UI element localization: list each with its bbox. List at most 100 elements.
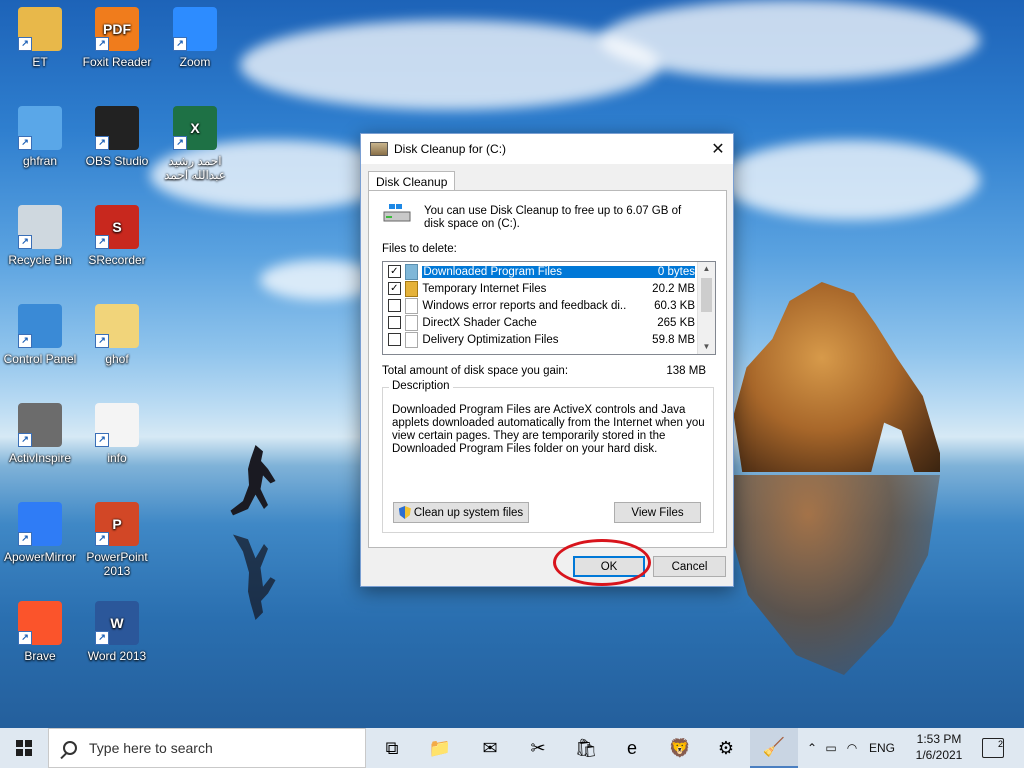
desktop-icon-text-file[interactable]: ↗ info — [77, 403, 157, 465]
clock-date: 1/6/2021 — [915, 748, 963, 762]
desktop-icon-folder[interactable]: ↗ ghof — [77, 304, 157, 366]
system-tray: ⌃ ▭ ◠ ENG — [803, 728, 895, 768]
file-size: 20.2 MB — [652, 282, 695, 295]
desktop-icon-label: SRecorder — [88, 253, 146, 267]
disk-cleanup-icon[interactable]: 🧹 — [750, 728, 798, 768]
notification-center-icon[interactable]: 2 — [982, 738, 1004, 758]
tab-disk-cleanup[interactable]: Disk Cleanup — [368, 171, 456, 192]
taskbar-search-box[interactable]: Type here to search — [48, 728, 366, 768]
dialog-title: Disk Cleanup for (C:) — [394, 142, 507, 156]
desktop-icon-label: ActivInspire — [8, 451, 72, 465]
taskbar-clock[interactable]: 1:53 PM 1/6/2021 — [908, 731, 970, 763]
show-hidden-icons-icon[interactable]: ⌃ — [803, 741, 821, 755]
obs-icon: ↗ — [95, 106, 139, 150]
checkbox[interactable] — [388, 333, 401, 346]
scroll-up-icon[interactable]: ▲ — [698, 262, 715, 276]
shortcut-arrow-icon: ↗ — [173, 37, 187, 51]
file-icon — [404, 297, 419, 314]
dialog-titlebar[interactable]: Disk Cleanup for (C:) ✕ — [361, 134, 733, 164]
file-name: Delivery Optimization Files — [422, 333, 559, 346]
windows-logo-icon — [16, 740, 32, 756]
file-explorer-icon[interactable]: 📁 — [416, 728, 464, 768]
list-scrollbar[interactable]: ▲ ▼ — [697, 262, 715, 354]
network-icon[interactable]: ▭ — [821, 741, 841, 755]
desktop-icon-activinspire[interactable]: ↗ ActivInspire — [0, 403, 80, 465]
description-legend: Description — [389, 380, 453, 392]
wifi-icon[interactable]: ◠ — [841, 741, 863, 755]
search-placeholder: Type here to search — [89, 740, 213, 756]
scroll-thumb[interactable] — [701, 278, 712, 312]
srecorder-icon: S ↗ — [95, 205, 139, 249]
desktop-icon-srecorder[interactable]: S ↗ SRecorder — [77, 205, 157, 267]
edge-icon[interactable]: e — [608, 728, 656, 768]
desktop-icon-video-camera[interactable]: ↗ Zoom — [155, 7, 235, 69]
desktop-icon-label: info — [107, 451, 127, 465]
settings-icon[interactable]: ⚙ — [702, 728, 750, 768]
desktop-icon-excel-file[interactable]: X ↗ احمد رشيد عبدالله احمد — [155, 106, 235, 182]
desktop-icon-brave-lion[interactable]: ↗ Brave — [0, 601, 80, 663]
desktop-icon-pdf[interactable]: PDF ↗ Foxit Reader — [77, 7, 157, 69]
start-button[interactable] — [0, 728, 48, 768]
runner-silhouette — [230, 445, 276, 516]
activinspire-icon: ↗ — [18, 403, 62, 447]
powerpoint-icon: P ↗ — [95, 502, 139, 546]
desktop-icon-label: احمد رشيد عبدالله احمد — [164, 154, 226, 182]
folder-icon — [404, 263, 419, 280]
file-row-downloaded-program-files[interactable]: ✓ Downloaded Program Files 0 bytes — [383, 263, 695, 280]
desktop-icon-label: Foxit Reader — [82, 55, 152, 69]
cancel-button[interactable]: Cancel — [653, 556, 726, 577]
close-button[interactable]: ✕ — [703, 134, 733, 164]
checkbox[interactable]: ✓ — [388, 282, 401, 295]
files-to-delete-label: Files to delete: — [382, 243, 457, 255]
desktop-icon-label: ET — [32, 55, 48, 69]
red-annotation-circle — [553, 539, 651, 586]
excel-file-icon: X ↗ — [173, 106, 217, 150]
video-camera-icon: ↗ — [173, 7, 217, 51]
shortcut-arrow-icon: ↗ — [95, 433, 109, 447]
store-icon[interactable]: 🛍 — [562, 728, 610, 768]
control-panel-icon: ↗ — [18, 304, 62, 348]
desktop-icon-word[interactable]: W ↗ Word 2013 — [77, 601, 157, 663]
desktop-icon-label: ghof — [105, 352, 129, 366]
description-text: Downloaded Program Files are ActiveX con… — [392, 404, 705, 455]
file-row-directx-shader-cache[interactable]: DirectX Shader Cache 265 KB — [383, 314, 695, 331]
snipping-icon[interactable]: ✂ — [514, 728, 562, 768]
total-gain-label: Total amount of disk space you gain: — [382, 365, 569, 377]
desktop-icon-label: Brave — [24, 649, 56, 663]
disk-cleanup-dialog: Disk Cleanup for (C:) ✕ Disk Cleanup You… — [360, 133, 734, 587]
task-view-icon[interactable]: ⧉ — [368, 728, 416, 768]
shortcut-arrow-icon: ↗ — [18, 631, 32, 645]
lock-icon — [404, 280, 419, 297]
desktop-icon-apowermirror[interactable]: ↗ ApowerMirror — [0, 502, 80, 564]
file-size: 59.8 MB — [652, 333, 695, 346]
desktop-icon-control-panel[interactable]: ↗ Control Panel — [0, 304, 80, 366]
desktop-icon-powerpoint[interactable]: P ↗ PowerPoint 2013 — [77, 502, 157, 578]
total-gain-value: 138 MB — [666, 365, 706, 377]
files-listbox[interactable]: ✓ Downloaded Program Files 0 bytes ✓ Tem… — [382, 261, 716, 355]
checkbox[interactable] — [388, 316, 401, 329]
file-row-windows-error-reports[interactable]: Windows error reports and feedback di...… — [383, 297, 695, 314]
clean-up-system-files-button[interactable]: Clean up system files — [393, 502, 529, 523]
file-row-temporary-internet-files[interactable]: ✓ Temporary Internet Files 20.2 MB — [383, 280, 695, 297]
desktop-icon-obs[interactable]: ↗ OBS Studio — [77, 106, 157, 168]
shortcut-arrow-icon: ↗ — [18, 334, 32, 348]
shortcut-arrow-icon: ↗ — [18, 37, 32, 51]
mail-icon[interactable]: ✉ — [466, 728, 514, 768]
file-icon — [404, 314, 419, 331]
desktop-icon-recycle-bin[interactable]: ↗ Recycle Bin — [0, 205, 80, 267]
text-file-icon: ↗ — [95, 403, 139, 447]
brave-icon[interactable]: 🦁 — [656, 728, 704, 768]
checkbox[interactable]: ✓ — [388, 265, 401, 278]
language-indicator[interactable]: ENG — [869, 741, 895, 755]
intro-text: You can use Disk Cleanup to free up to 6… — [424, 205, 682, 230]
scroll-down-icon[interactable]: ▼ — [698, 340, 715, 354]
desktop-icon-user-folder[interactable]: ↗ ET — [0, 7, 80, 69]
desktop-icon-computer[interactable]: ↗ ghfran — [0, 106, 80, 168]
file-name: DirectX Shader Cache — [422, 316, 537, 329]
checkbox[interactable] — [388, 299, 401, 312]
file-row-delivery-optimization-files[interactable]: Delivery Optimization Files 59.8 MB — [383, 331, 695, 348]
word-icon: W ↗ — [95, 601, 139, 645]
rock-reflection — [714, 475, 940, 675]
view-files-button[interactable]: View Files — [614, 502, 701, 523]
desktop-icon-label: Word 2013 — [87, 649, 147, 663]
